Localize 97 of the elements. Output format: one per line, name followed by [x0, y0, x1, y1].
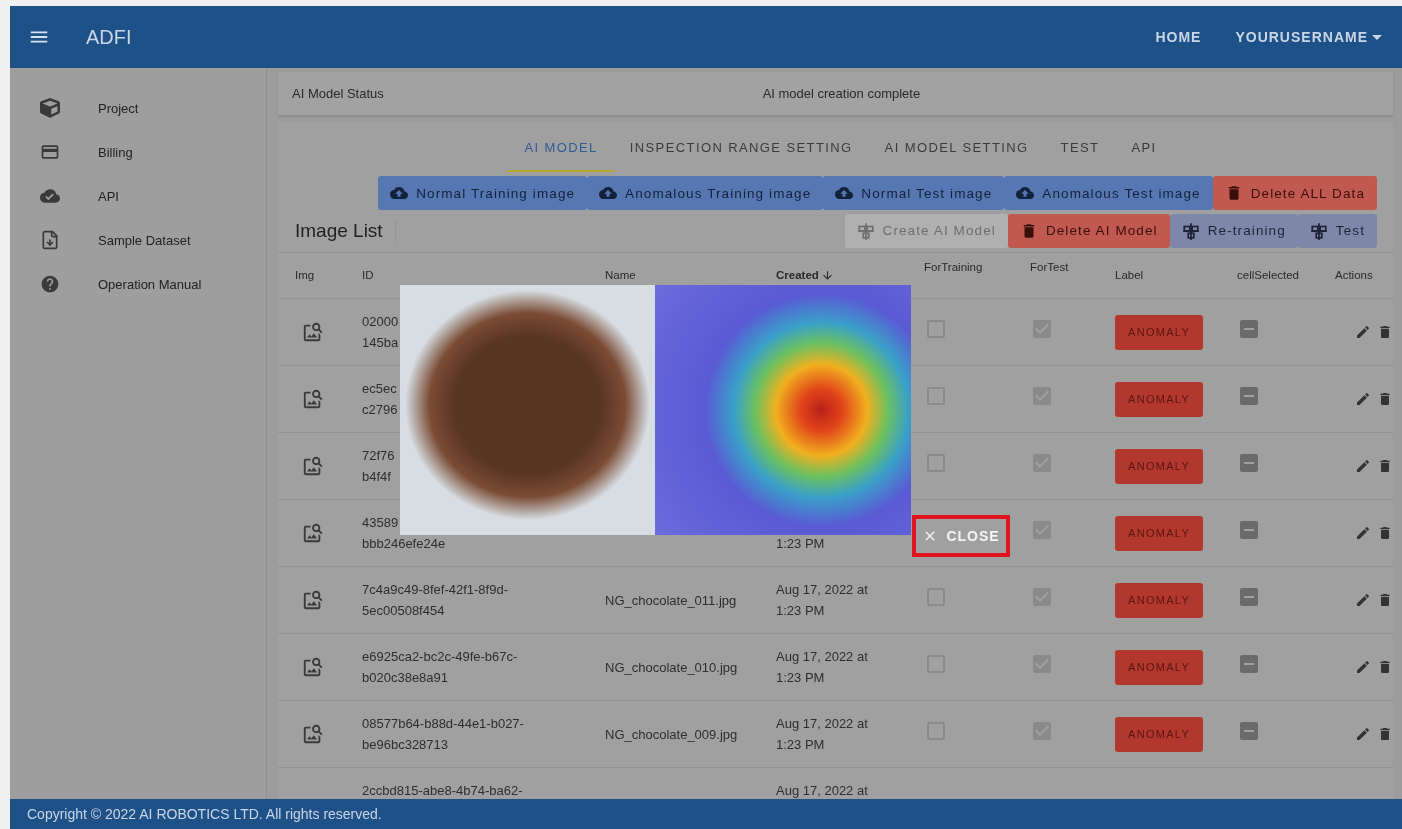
image-search-icon[interactable]: [302, 388, 324, 410]
trash-icon[interactable]: [1377, 391, 1393, 407]
column-header[interactable]: Label: [1115, 269, 1144, 281]
trash-icon[interactable]: [1377, 458, 1393, 474]
column-header[interactable]: Actions: [1335, 269, 1373, 281]
sidebar-item[interactable]: Operation Manual: [10, 262, 266, 306]
label-chip: ANOMALY: [1115, 649, 1204, 685]
indeterminate-checkbox[interactable]: [1237, 317, 1261, 341]
indeterminate-checkbox[interactable]: [1237, 719, 1261, 743]
created-cell-text: 1:23 PM: [776, 535, 826, 553]
name-cell: NG_chocolate_010.jpg: [605, 659, 738, 675]
id-cell-text: 43589 bbb246efe24e: [362, 514, 447, 553]
user-menu[interactable]: YOURUSERNAME: [1235, 29, 1382, 45]
created-cell-text: Aug 17, 2022 at 1:23 PM: [776, 715, 869, 754]
upload-button[interactable]: Normal Test image: [823, 176, 1005, 210]
image-search-icon[interactable]: [302, 321, 324, 343]
image-search-icon[interactable]: [302, 656, 324, 678]
indeterminate-checkbox[interactable]: [1237, 384, 1261, 408]
trash-icon[interactable]: [1377, 592, 1393, 608]
column-header[interactable]: Name: [605, 269, 636, 281]
sidebar-item[interactable]: Project: [10, 86, 266, 130]
cube-icon: [40, 98, 60, 118]
indeterminate-checkbox[interactable]: [1237, 518, 1261, 542]
name-cell: NG_chocolate_009.jpg: [605, 726, 738, 742]
label-chip: ANOMALY: [1115, 716, 1204, 752]
app-title: ADFI: [86, 25, 133, 49]
label-chip: ANOMALY: [1115, 582, 1204, 618]
delete-button[interactable]: Delete AI Model: [1007, 213, 1170, 248]
image-search-icon[interactable]: [302, 455, 324, 477]
delete-button[interactable]: Delete ALL Data: [1212, 176, 1377, 210]
id-cell-text: 72f76 b4f4f: [362, 447, 396, 486]
column-header[interactable]: ForTraining: [924, 261, 983, 273]
grid-network-icon: [856, 221, 875, 240]
id-cell-text: e6925ca2-bc2c-49fe-b67c- b020c38e8a91: [362, 648, 519, 687]
action-button[interactable]: Test: [1297, 213, 1377, 248]
edit-icon[interactable]: [1355, 592, 1371, 608]
upload-button[interactable]: Normal Training image: [378, 176, 588, 210]
cloud-upload-icon: [390, 184, 409, 202]
sidebar-item[interactable]: API: [10, 174, 266, 218]
image-search-icon[interactable]: [302, 522, 324, 544]
action-button[interactable]: Re-training: [1169, 213, 1298, 248]
upload-button[interactable]: Anomalous Training image: [587, 176, 824, 210]
sidebar-item[interactable]: Sample Dataset: [10, 218, 266, 262]
edit-icon[interactable]: [1355, 726, 1371, 742]
edit-icon[interactable]: [1355, 324, 1371, 340]
id-cell-text: 08577b64-b88d-44e1-b027- be96bc328713: [362, 715, 525, 754]
file-download-icon: [40, 230, 60, 250]
footer-text: Copyright © 2022 AI ROBOTICS LTD. All rights reserved.: [10, 799, 1402, 829]
grid-network-icon: [1181, 221, 1200, 240]
trash-icon[interactable]: [1377, 659, 1393, 675]
edit-icon[interactable]: [1355, 659, 1371, 675]
status-value: AI model creation complete: [762, 86, 921, 101]
indeterminate-checkbox[interactable]: [1237, 451, 1261, 475]
column-header[interactable]: Img: [295, 269, 315, 281]
cloud-upload-icon: [1016, 184, 1035, 202]
home-link[interactable]: HOME: [1155, 29, 1202, 45]
label-chip: ANOMALY: [1115, 515, 1204, 551]
label-chip: ANOMALY: [1115, 314, 1204, 350]
edit-icon[interactable]: [1355, 458, 1371, 474]
trash-icon[interactable]: [1377, 525, 1393, 541]
edit-icon[interactable]: [1355, 391, 1371, 407]
indeterminate-checkbox[interactable]: [1237, 652, 1261, 676]
created-cell-text: Aug 17, 2022 at 1:23 PM: [776, 648, 869, 687]
tab[interactable]: TEST: [1044, 124, 1116, 172]
id-cell-text: 7c4a9c49-8fef-42f1-8f9d- 5ec00508f454: [362, 581, 509, 620]
column-header[interactable]: cellSelected: [1237, 269, 1299, 281]
created-cell-text: Aug 17, 2022 at: [776, 782, 869, 799]
id-cell-text: 02000 145ba: [362, 313, 400, 352]
column-header[interactable]: ForTest: [1030, 261, 1069, 273]
upload-button[interactable]: Anomalous Test image: [1004, 176, 1213, 210]
grid-network-icon: [1309, 221, 1328, 240]
tab[interactable]: API: [1115, 124, 1173, 172]
trash-icon[interactable]: [1377, 726, 1393, 742]
column-header[interactable]: Created: [776, 269, 834, 282]
column-header[interactable]: ID: [362, 269, 374, 281]
label-chip: ANOMALY: [1115, 448, 1204, 484]
id-cell-text: 2ccbd815-abe8-4b74-ba62-: [362, 782, 524, 799]
status-label: AI Model Status: [292, 86, 384, 101]
section-title: Image List: [295, 219, 396, 242]
indeterminate-checkbox[interactable]: [1237, 585, 1261, 609]
tab[interactable]: INSPECTION RANGE SETTING: [613, 124, 869, 172]
cloud-upload-icon: [835, 184, 854, 202]
cloud-upload-icon: [599, 184, 618, 202]
label-chip: ANOMALY: [1115, 381, 1204, 417]
sidebar-item[interactable]: Billing: [10, 130, 266, 174]
edit-icon[interactable]: [1355, 525, 1371, 541]
id-cell-text: ec5ec c2796: [362, 380, 399, 419]
credit-card-icon: [40, 142, 60, 162]
trash-icon[interactable]: [1377, 324, 1393, 340]
cloud-check-icon: [40, 186, 60, 206]
image-search-icon[interactable]: [302, 589, 324, 611]
tab[interactable]: AI MODEL SETTING: [868, 124, 1045, 172]
image-search-icon[interactable]: [302, 723, 324, 745]
help-icon: [40, 274, 60, 294]
dropdown-caret-icon: [1372, 34, 1382, 40]
created-cell-text: Aug 17, 2022 at 1:23 PM: [776, 581, 869, 620]
name-cell: NG_chocolate_011.jpg: [605, 592, 737, 608]
